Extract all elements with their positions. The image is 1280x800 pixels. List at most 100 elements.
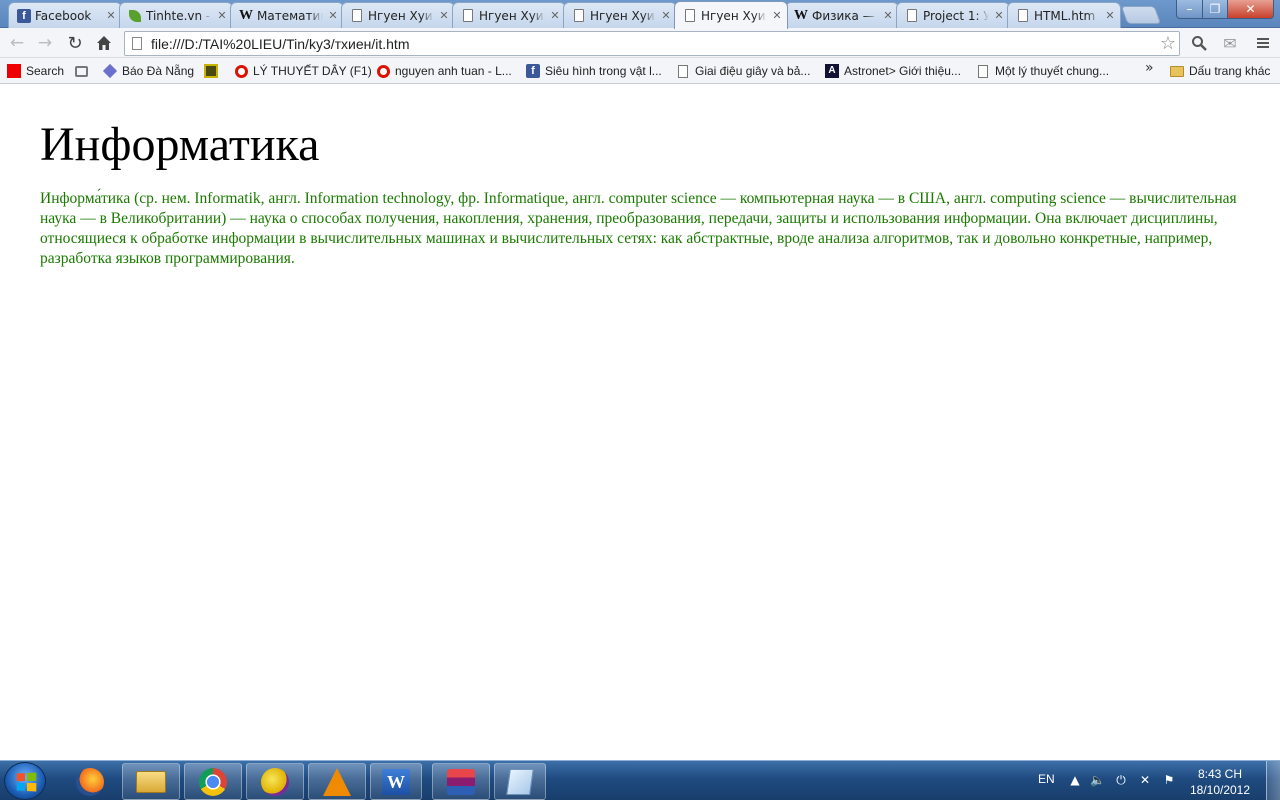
tab-title: Facebook [35, 8, 92, 23]
forward-button[interactable]: → [34, 32, 56, 54]
word-icon: W [382, 768, 410, 795]
tab-nguyen-1[interactable]: Нгуен Хуин ✕ [341, 2, 455, 28]
tinhte-leaf-icon [128, 9, 142, 23]
show-desktop-button[interactable] [1266, 761, 1280, 800]
tab-tinhte[interactable]: Tinhte.vn - ✕ [119, 2, 233, 28]
tab-close-icon[interactable]: ✕ [216, 9, 228, 22]
taskbar: W EN ▲ 🔈 ⏻ ✕ ⚑ 8:43 CH 18/10/2012 [0, 760, 1280, 800]
tab-title: Project 1: У [923, 8, 989, 23]
facebook-icon: f [17, 8, 31, 23]
tab-facebook[interactable]: f Facebook ✕ [8, 2, 122, 28]
address-bar-url[interactable]: file:///D:/TAI%20LIEU/Tin/ky3/тхиен/it.h… [151, 36, 1157, 52]
red-square-icon [7, 64, 21, 78]
search-icon[interactable] [1188, 33, 1210, 53]
page-icon [350, 9, 364, 23]
bookmark-star-icon[interactable]: ☆ [1157, 33, 1179, 54]
menu-icon[interactable] [1252, 33, 1274, 53]
taskbar-yahoo-messenger[interactable] [246, 763, 304, 800]
taskbar-notes[interactable] [494, 763, 546, 800]
address-bar[interactable]: file:///D:/TAI%20LIEU/Tin/ky3/тхиен/it.h… [124, 31, 1180, 56]
emblem-icon [204, 64, 218, 78]
start-button[interactable] [4, 762, 46, 800]
page-title: Информатика [40, 118, 320, 171]
bookmark-chat[interactable] [74, 61, 88, 81]
chrome-icon [199, 767, 227, 796]
bookmark-label: Giai điệu giây và bả... [695, 64, 811, 78]
tab-close-icon[interactable]: ✕ [882, 9, 894, 22]
bookmark-mot-ly-thuyet[interactable]: Một lý thuyết chung... [976, 61, 1109, 81]
page-paragraph: Информа́тика (ср. нем. Informatik, англ.… [40, 190, 1237, 267]
maximize-button[interactable]: ❐ [1202, 0, 1228, 19]
minimize-button[interactable]: – [1176, 0, 1203, 19]
tab-nguyen-3[interactable]: Нгуен Хуин ✕ [563, 2, 677, 28]
chat-icon [74, 64, 88, 78]
tab-title: Нгуен Хуин [590, 8, 656, 23]
back-button[interactable]: ← [6, 32, 28, 54]
action-center-flag-icon[interactable]: ⚑ [1162, 773, 1176, 787]
bookmark-label: LÝ THUYẾT DÂY (F1) [253, 64, 372, 78]
mail-icon[interactable]: ✉ [1219, 33, 1241, 53]
other-bookmarks[interactable]: Dấu trang khác [1170, 61, 1270, 81]
language-indicator[interactable]: EN [1038, 772, 1055, 786]
show-hidden-icons-arrow-icon[interactable]: ▲ [1068, 773, 1082, 787]
taskbar-word[interactable]: W [370, 763, 422, 800]
tab-close-icon[interactable]: ✕ [327, 9, 339, 22]
bookmark-nguyen-anh-tuan[interactable]: nguyen anh tuan - L... [376, 61, 512, 81]
new-tab-button[interactable] [1120, 6, 1162, 24]
bookmark-ly-thuyet-day[interactable]: LÝ THUYẾT DÂY (F1) [234, 61, 372, 81]
reload-button[interactable]: ↻ [64, 32, 86, 54]
tab-title: Математик [257, 8, 323, 23]
other-bookmarks-label: Dấu trang khác [1189, 64, 1271, 78]
diamond-icon [102, 63, 118, 79]
tab-close-icon[interactable]: ✕ [1104, 9, 1116, 22]
page-icon [976, 64, 990, 78]
tab-mathematics[interactable]: W Математик ✕ [230, 2, 344, 28]
winrar-icon [447, 768, 475, 795]
bookmarks-overflow-chevron-icon[interactable]: » [1145, 60, 1154, 76]
bookmark-label: Astronet> Giới thiệu... [844, 64, 961, 78]
tab-close-icon[interactable]: ✕ [660, 9, 672, 22]
browser-toolbar: ← → ↻ file:///D:/TAI%20LIEU/Tin/ky3/тхие… [0, 28, 1280, 58]
page-icon [461, 9, 475, 23]
tab-project[interactable]: Project 1: У ✕ [896, 2, 1010, 28]
taskbar-firefox[interactable] [64, 763, 116, 800]
taskbar-chrome[interactable] [184, 763, 242, 800]
taskbar-vlc[interactable] [308, 763, 366, 800]
volume-icon[interactable]: 🔈 [1090, 773, 1105, 787]
close-window-button[interactable]: ✕ [1227, 0, 1274, 19]
bookmark-sieu-hinh[interactable]: f Siêu hình trong vật l... [526, 61, 662, 81]
tab-close-icon[interactable]: ✕ [993, 9, 1005, 22]
clock[interactable]: 8:43 CH 18/10/2012 [1188, 766, 1252, 798]
page-icon [1016, 9, 1030, 23]
clock-date: 18/10/2012 [1189, 783, 1251, 797]
vlc-icon [323, 767, 351, 796]
facebook-icon: f [526, 64, 540, 78]
tab-close-icon[interactable]: ✕ [105, 9, 117, 22]
arrow-right-icon: → [37, 33, 53, 53]
bookmark-label: nguyen anh tuan - L... [395, 64, 512, 78]
folder-icon [136, 770, 166, 793]
power-plug-icon[interactable]: ⏻ [1114, 773, 1128, 787]
bookmark-astronet[interactable]: A Astronet> Giới thiệu... [825, 61, 961, 81]
tab-physics[interactable]: W Физика — l ✕ [785, 2, 899, 28]
tab-close-icon[interactable]: ✕ [438, 9, 450, 22]
reload-icon: ↻ [67, 32, 83, 54]
windows-logo-icon [16, 772, 37, 792]
tab-close-icon[interactable]: ✕ [771, 9, 783, 22]
taskbar-explorer[interactable] [122, 763, 180, 800]
network-error-icon[interactable]: ✕ [1138, 773, 1152, 787]
bookmark-label: Báo Đà Nẵng [122, 64, 195, 78]
tab-html[interactable]: HTML.htm ✕ [1007, 2, 1121, 28]
tab-nguyen-2[interactable]: Нгуен Хуин ✕ [452, 2, 566, 28]
wikipedia-icon: W [239, 7, 253, 23]
bookmark-bao-da-nang[interactable]: Báo Đà Nẵng [102, 61, 195, 81]
arrow-left-icon: ← [9, 33, 25, 53]
bookmark-search[interactable]: Search [7, 61, 64, 81]
home-icon [97, 36, 111, 50]
tab-nguyen-active[interactable]: Нгуен Хуин ✕ [674, 1, 788, 29]
bookmark-giai-dieu[interactable]: Giai điệu giây và bả... [676, 61, 810, 81]
home-button[interactable] [93, 32, 115, 54]
tab-close-icon[interactable]: ✕ [549, 9, 561, 22]
bookmark-emblem[interactable] [204, 61, 218, 81]
taskbar-winrar[interactable] [432, 763, 490, 800]
